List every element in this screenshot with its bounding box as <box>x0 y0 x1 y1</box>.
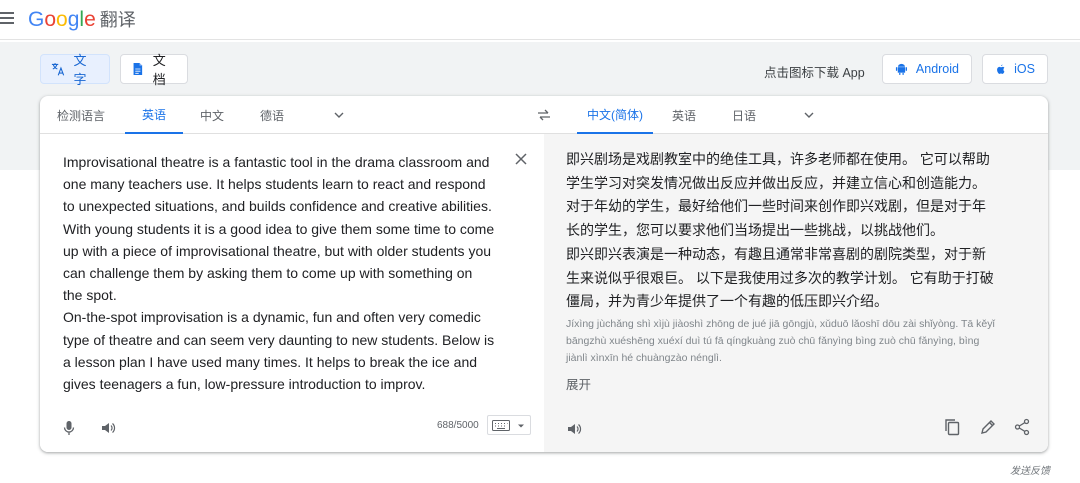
tab-detect-language[interactable]: 检测语言 <box>52 96 110 134</box>
app-download-text: 点击图标下载 App <box>764 66 865 80</box>
translation-line: 长的学生，您可以要求他们当场提出一些挑战，以挑战他们。 <box>566 222 944 239</box>
target-language-more-icon[interactable] <box>804 110 814 120</box>
source-line: can challenge them by asking them to com… <box>63 265 473 282</box>
tab-target-english[interactable]: 英语 <box>664 96 704 134</box>
tab-source-english[interactable]: 英语 <box>125 96 183 134</box>
translation-line: 学生学习对突发情况做出反应并做出反应，并建立信心和创造能力。 <box>566 174 986 191</box>
translation-line: 生来说似乎很艰巨。 以下是我使用过多次的教学计划。 它有助于打破 <box>566 269 994 286</box>
tab-target-japanese[interactable]: 日语 <box>724 96 764 134</box>
dropdown-caret-icon <box>518 424 524 428</box>
edit-pencil-icon[interactable] <box>980 419 996 435</box>
source-pane: Improvisational theatre is a fantastic t… <box>40 134 544 452</box>
tab-source-chinese[interactable]: 中文 <box>190 96 234 134</box>
tab-target-chinese-simplified[interactable]: 中文(简体) <box>577 96 653 134</box>
swap-languages-icon[interactable] <box>536 107 552 123</box>
logo-letter: G <box>28 8 45 31</box>
romanization-line: bāngzhù xuéshēng xuéxí duì tú fā qíngkuà… <box>566 335 980 347</box>
romanization: Jíxìng jùchǎng shì xìjù jiàoshì zhōng de… <box>566 316 1026 367</box>
source-line: Improvisational theatre is a fantastic t… <box>63 154 490 170</box>
translation-pane: 即兴剧场是戏剧教室中的绝佳工具，许多老师都在使用。 它可以帮助 学生学习对突发情… <box>544 134 1048 452</box>
android-icon <box>895 63 907 75</box>
hamburger-menu-icon[interactable] <box>0 10 16 26</box>
product-name: 翻译 <box>99 10 136 30</box>
translation-line: 即兴即兴表演是一种动态，有趣且通常非常喜剧的剧院类型，对于新 <box>566 245 986 262</box>
logo-letter: o <box>56 8 68 31</box>
document-mode-button[interactable]: 文档 <box>120 53 188 87</box>
tab-source-german[interactable]: 德语 <box>250 96 294 134</box>
input-tools-button[interactable] <box>487 415 531 435</box>
source-line: With young students it is a good idea to… <box>63 220 495 237</box>
document-icon <box>133 63 143 75</box>
google-translate-logo[interactable]: Google 翻译 <box>28 6 136 32</box>
language-bar: 检测语言 英语 中文 德语 中文(简体) 英语 日语 <box>40 96 1048 134</box>
expand-link[interactable]: 展开 <box>566 374 591 393</box>
logo-letter: e <box>84 8 96 31</box>
translation-line: 即兴剧场是戏剧教室中的绝佳工具，许多老师都在使用。 它可以帮助 <box>566 151 990 167</box>
text-mode-label: 文字 <box>73 53 87 87</box>
source-textarea[interactable]: Improvisational theatre is a fantastic t… <box>63 151 509 395</box>
apple-icon <box>997 64 1005 74</box>
clear-source-icon[interactable] <box>514 152 528 166</box>
app-header: Google 翻译 <box>0 0 1080 40</box>
translate-icon <box>51 63 65 76</box>
text-mode-button[interactable]: 文字 <box>40 53 110 87</box>
copy-icon[interactable] <box>944 418 960 436</box>
microphone-icon[interactable] <box>62 420 76 436</box>
logo-letter: o <box>44 8 57 31</box>
android-label: Android <box>915 62 959 76</box>
source-line: a lesson plan I have used many times. It… <box>63 353 478 370</box>
source-line: to unexpected situations, and builds con… <box>63 198 492 215</box>
source-line: gives teenagers a fun, low-pressure intr… <box>63 376 426 393</box>
listen-translation-icon[interactable] <box>566 421 582 437</box>
romanization-line: jiànlì xìnxīn hé chuàngzào nénglì. <box>566 352 722 364</box>
character-counter: 688/5000 <box>437 420 479 431</box>
source-line: the spot. <box>63 287 117 304</box>
send-feedback-link[interactable]: 发送反馈 <box>1010 462 1050 477</box>
source-line: one many teachers use. It helps students… <box>63 176 486 193</box>
share-icon[interactable] <box>1014 418 1030 436</box>
document-mode-label: 文档 <box>152 53 166 87</box>
romanization-line: Jíxìng jùchǎng shì xìjù jiàoshì zhōng de… <box>566 318 995 330</box>
source-line: On-the-spot improvisation is a dynamic, … <box>63 309 481 326</box>
ios-app-button[interactable]: iOS <box>982 54 1048 84</box>
keyboard-icon <box>492 420 510 431</box>
source-language-more-icon[interactable] <box>334 110 344 120</box>
translation-output: 即兴剧场是戏剧教室中的绝佳工具，许多老师都在使用。 它可以帮助 学生学习对突发情… <box>566 148 1006 314</box>
source-line: type of theatre and can seem very daunti… <box>63 331 495 348</box>
ios-label: iOS <box>1014 62 1035 76</box>
logo-letter: g <box>67 8 80 31</box>
source-line: up with a piece of improvisational theat… <box>63 242 492 259</box>
android-app-button[interactable]: Android <box>882 54 972 84</box>
translation-line: 僵局，并为青少年提供了一个有趣的低压即兴介绍。 <box>566 293 888 310</box>
speaker-icon[interactable] <box>100 420 116 436</box>
translation-line: 对于年幼的学生，最好给他们一些时间来创作即兴戏剧，但是对于年 <box>566 198 986 215</box>
translation-card: 检测语言 英语 中文 德语 中文(简体) 英语 日语 Improvisation… <box>40 96 1048 452</box>
